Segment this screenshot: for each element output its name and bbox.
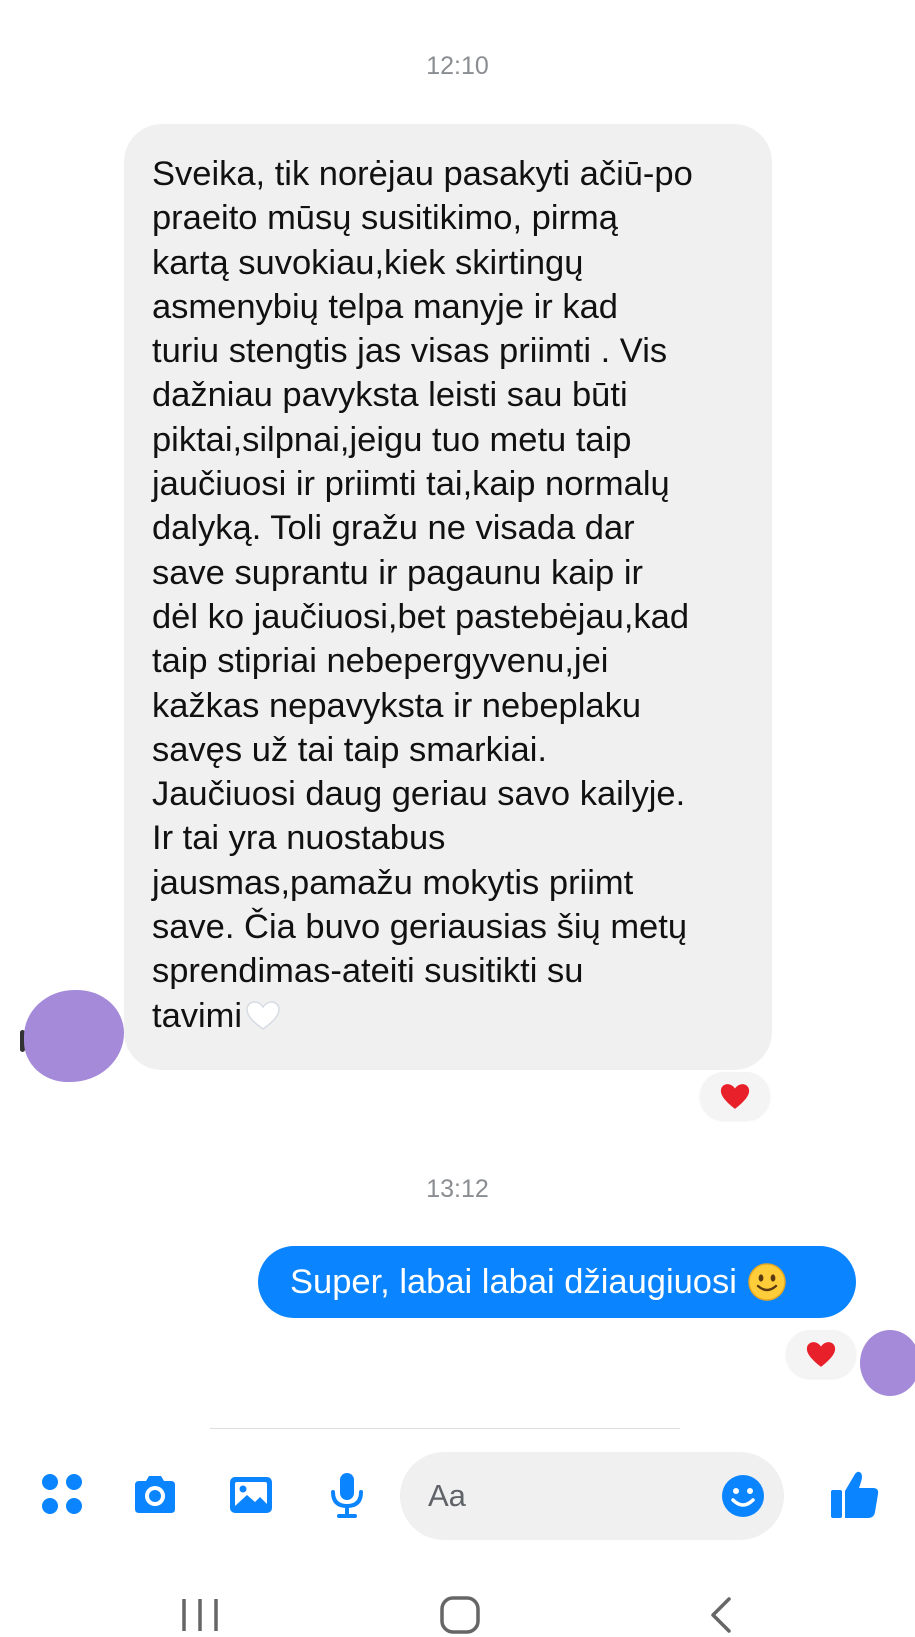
sender-avatar[interactable] [24,990,124,1082]
home-icon[interactable] [438,1595,482,1635]
back-icon[interactable] [705,1595,735,1635]
message-line: kažkas nepavyksta ir nebeplaku [152,686,642,725]
apps-icon[interactable] [38,1470,88,1520]
outgoing-message-text: Super, labai labai džiaugiuosi [290,1262,737,1301]
recent-apps-icon[interactable] [178,1595,222,1635]
message-line: sprendimas-ateiti susitikti su [152,952,584,991]
message-line: kartą suvokiau,kiek skirtingų [152,243,584,282]
message-line: save suprantu ir pagaunu kaip ir [152,553,643,592]
message-reaction[interactable] [700,1072,770,1120]
white-heart-emoji-icon [246,1000,280,1030]
timestamp: 12:10 [426,52,489,80]
message-line-text: tavimi [152,996,243,1035]
message-line: asmenybių telpa manyje ir kad [152,287,618,326]
message-line: Sveika, tik norėjau pasakyti ačiū-po [152,155,693,193]
message-input-placeholder: Aa [428,1478,466,1513]
smiling-face-emoji-icon [748,1263,786,1301]
message-line-last: tavimi [152,994,750,1038]
composer-divider [210,1428,680,1429]
microphone-icon[interactable] [322,1470,372,1520]
message-line: piktai,silpnai,jeigu tuo metu taip [152,420,632,459]
message-line: Ir tai yra nuostabus [152,819,446,858]
message-line: praeito mūsų susitikimo, pirmą [152,199,618,238]
message-line: dažniau pavyksta leisti sau būti [152,376,628,415]
emoji-icon[interactable] [720,1473,766,1519]
message-line: dalyką. Toli gražu ne visada dar [152,509,635,548]
red-heart-icon [806,1341,836,1367]
message-line: jaučiuosi ir priimti tai,kaip normalų [152,465,670,504]
message-line: Jaučiuosi daug geriau savo kailyje. [152,775,686,814]
message-line: save. Čia buvo geriausias šių metų [152,908,688,947]
incoming-message-bubble[interactable]: Sveika, tik norėjau pasakyti ačiū-po pra… [124,124,772,1070]
red-heart-icon [720,1083,750,1109]
message-line: turiu stengtis jas visas priimti . Vis [152,332,668,371]
timestamp: 13:12 [426,1175,489,1203]
message-line: jausmas,pamažu mokytis priimt [152,863,634,902]
read-receipt-avatar [860,1330,915,1396]
message-line: taip stipriai nebepergyvenu,jei [152,642,609,681]
message-line: dėl ko jaučiuosi,bet pastebėjau,kad [152,597,690,636]
message-reaction[interactable] [786,1330,856,1378]
camera-icon[interactable] [130,1470,180,1520]
outgoing-message-bubble[interactable]: Super, labai labai džiaugiuosi [258,1246,856,1318]
thumbs-up-icon[interactable] [828,1468,882,1522]
gallery-icon[interactable] [226,1470,276,1520]
message-line: savęs už tai taip smarkiai. [152,730,547,769]
